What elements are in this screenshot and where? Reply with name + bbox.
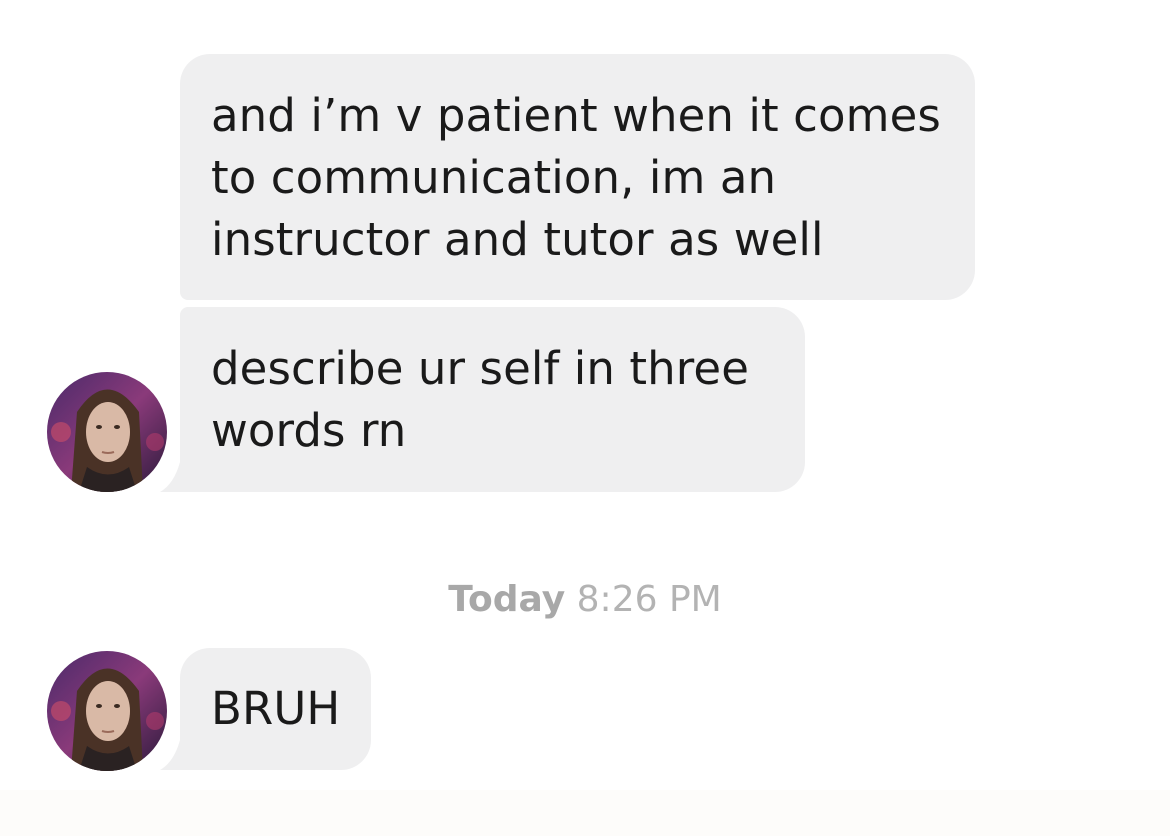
bottom-area xyxy=(0,790,1170,836)
timestamp-time: 8:26 PM xyxy=(576,579,722,620)
avatar-image xyxy=(47,651,167,771)
message-text: describe ur self in three words rn xyxy=(211,342,749,457)
chat-thread[interactable]: and i’m v patient when it comes to commu… xyxy=(0,0,1170,790)
timestamp: Today 8:26 PM xyxy=(0,577,1170,623)
bubble-tail xyxy=(160,740,180,770)
message-bubble-received[interactable]: BRUH xyxy=(180,648,371,770)
sender-avatar[interactable] xyxy=(47,651,167,771)
message-bubble-received[interactable]: describe ur self in three words rn xyxy=(180,307,805,492)
message-bubble-received[interactable]: and i’m v patient when it comes to commu… xyxy=(180,54,975,300)
message-text: and i’m v patient when it comes to commu… xyxy=(211,89,941,266)
message-text: BRUH xyxy=(211,682,341,735)
bubble-tail xyxy=(160,462,180,492)
timestamp-day: Today xyxy=(448,579,566,620)
sender-avatar[interactable] xyxy=(47,372,167,492)
avatar-image xyxy=(47,372,167,492)
